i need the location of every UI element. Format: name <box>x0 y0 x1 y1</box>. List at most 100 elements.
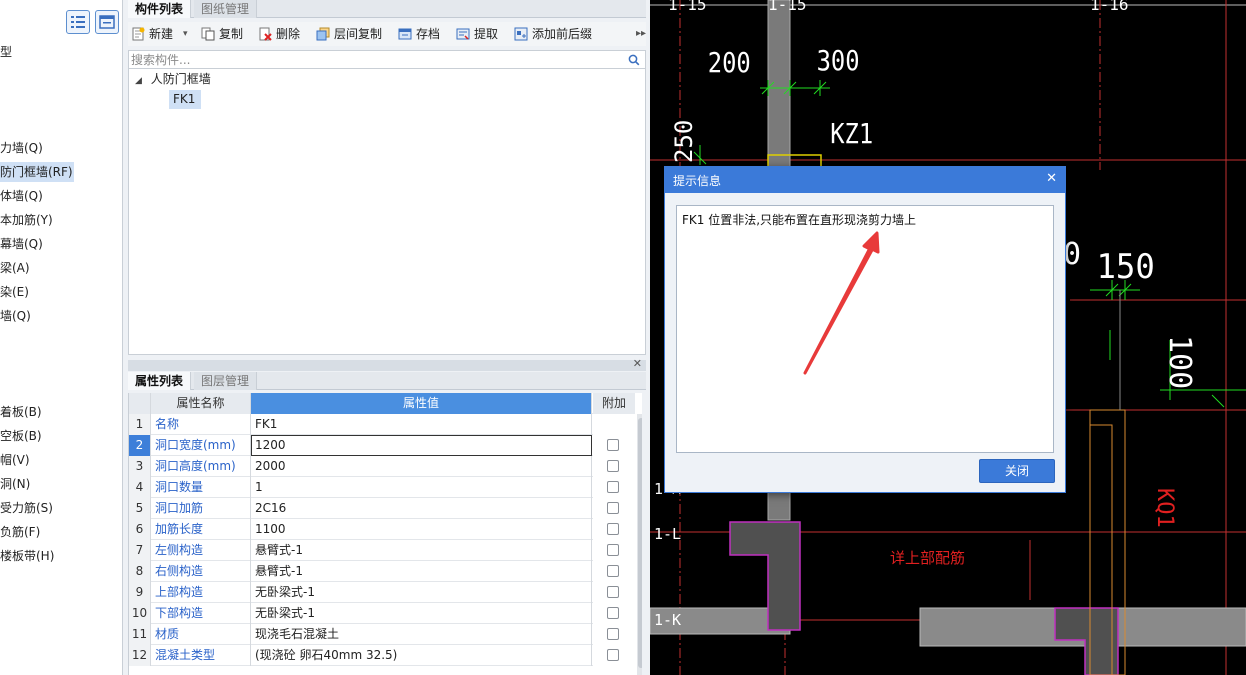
property-row[interactable]: 11 材质 现浇毛石混凝土 <box>129 624 619 645</box>
save-archive-label: 存档 <box>416 27 441 41</box>
cad-axis-label: 1-15 <box>768 0 807 14</box>
cad-axis-label: 1-L <box>654 525 681 543</box>
property-name: 材质 <box>151 624 251 645</box>
nav-item[interactable]: 洞(N) <box>0 474 30 494</box>
property-row[interactable]: 10 下部构造 无卧梁式-1 <box>129 603 619 624</box>
cad-wall-label: KQ1 <box>1152 488 1177 528</box>
component-tabbar: 构件列表 图纸管理 <box>128 0 646 18</box>
property-extra-checkbox[interactable] <box>607 565 619 577</box>
property-row[interactable]: 6 加筋长度 1100 <box>129 519 619 540</box>
property-row[interactable]: 12 混凝土类型 (现浇砼 卵石40mm 32.5) <box>129 645 619 666</box>
nav-item[interactable]: 梁(A) <box>0 258 30 278</box>
nav-item[interactable]: 着板(B) <box>0 402 42 422</box>
tree-node-fk1[interactable]: FK1 <box>169 90 202 109</box>
property-value[interactable]: (现浇砼 卵石40mm 32.5) <box>251 645 592 666</box>
tab-drawing-management[interactable]: 图纸管理 <box>194 0 258 18</box>
scrollbar-thumb[interactable] <box>638 418 642 668</box>
property-value[interactable]: 无卧梁式-1 <box>251 603 592 624</box>
list-view-button[interactable] <box>66 10 90 34</box>
archive-icon <box>398 28 412 40</box>
floor-copy-label: 层间复制 <box>334 27 383 41</box>
nav-item[interactable]: 本加筋(Y) <box>0 210 53 230</box>
property-row[interactable]: 3 洞口高度(mm) 2000 <box>129 456 619 477</box>
property-extra-cell <box>593 456 635 477</box>
property-extra-checkbox[interactable] <box>607 607 619 619</box>
add-prefix-suffix-label: 添加前后缀 <box>532 27 593 41</box>
list-view-icon <box>71 16 85 28</box>
property-row-number: 6 <box>129 519 151 540</box>
property-extra-checkbox[interactable] <box>607 481 619 493</box>
property-extra-checkbox[interactable] <box>607 586 619 598</box>
property-value[interactable]: 现浇毛石混凝土 <box>251 624 592 645</box>
property-value[interactable]: 2000 <box>251 456 592 477</box>
property-name: 洞口数量 <box>151 477 251 498</box>
nav-item[interactable]: 防门框墙(RF) <box>0 162 74 182</box>
property-value[interactable]: 1 <box>251 477 592 498</box>
nav-item[interactable]: 受力筋(S) <box>0 498 53 518</box>
nav-item[interactable]: 幕墙(Q) <box>0 234 43 254</box>
dialog-close-button[interactable]: 关闭 <box>979 459 1055 483</box>
property-row[interactable]: 1 名称 FK1 <box>129 414 593 435</box>
tree-node-parent[interactable]: ◢ 人防门框墙 <box>135 70 211 89</box>
tab-property-list[interactable]: 属性列表 <box>128 372 192 390</box>
nav-item[interactable]: 空板(B) <box>0 426 42 446</box>
property-value[interactable]: 1100 <box>251 519 592 540</box>
search-icon[interactable] <box>628 54 640 66</box>
property-extra-cell <box>593 645 635 666</box>
property-name: 洞口高度(mm) <box>151 456 251 477</box>
property-row[interactable]: 8 右侧构造 悬臂式-1 <box>129 561 619 582</box>
property-row-number: 7 <box>129 540 151 561</box>
property-name: 加筋长度 <box>151 519 251 540</box>
property-extra-cell <box>593 582 635 603</box>
property-row-number: 10 <box>129 603 151 624</box>
dialog-close-icon[interactable]: ✕ <box>1046 171 1057 186</box>
component-type-nav: 型力墙(Q) 防门框墙(RF) 体墙(Q) 本加筋(Y) 幕墙(Q) 梁(A) 染(E) 墙(… <box>0 0 123 675</box>
property-value[interactable]: FK1 <box>251 414 592 435</box>
nav-item[interactable]: 体墙(Q) <box>0 186 43 206</box>
property-extra-checkbox[interactable] <box>607 460 619 472</box>
nav-item[interactable]: 型 <box>0 42 12 62</box>
property-extra-cell <box>593 540 635 561</box>
property-row[interactable]: 4 洞口数量 1 <box>129 477 619 498</box>
prefix-suffix-icon <box>514 27 528 41</box>
property-row[interactable]: 2 洞口宽度(mm) 1200 <box>129 435 619 456</box>
property-extra-checkbox[interactable] <box>607 523 619 535</box>
property-extra-checkbox[interactable] <box>607 544 619 556</box>
property-extra-checkbox[interactable] <box>607 439 619 451</box>
property-value[interactable]: 1200 <box>251 435 592 456</box>
new-dropdown-icon[interactable]: ▾ <box>183 25 188 43</box>
property-extra-checkbox[interactable] <box>607 502 619 514</box>
property-extra-cell <box>593 519 635 540</box>
component-search-input[interactable] <box>131 52 621 67</box>
property-name: 混凝土类型 <box>151 645 251 666</box>
property-extra-checkbox[interactable] <box>607 649 619 661</box>
property-extra-cell <box>593 561 635 582</box>
tab-component-list[interactable]: 构件列表 <box>128 0 192 18</box>
nav-item[interactable]: 负筋(F) <box>0 522 40 542</box>
nav-item[interactable]: 墙(Q) <box>0 306 31 326</box>
property-value[interactable]: 2C16 <box>251 498 592 519</box>
property-row[interactable]: 7 左侧构造 悬臂式-1 <box>129 540 619 561</box>
cad-axis-label: 1-16 <box>1090 0 1129 14</box>
property-value[interactable]: 无卧梁式-1 <box>251 582 592 603</box>
property-scrollbar[interactable] <box>637 414 642 675</box>
copy-icon <box>201 27 215 41</box>
tree-collapse-icon[interactable]: ◢ <box>135 76 142 86</box>
nav-item[interactable]: 楼板带(H) <box>0 546 54 566</box>
property-extra-checkbox[interactable] <box>607 628 619 640</box>
nav-item[interactable]: 染(E) <box>0 282 29 302</box>
cad-dimension-150: 150 <box>1097 246 1155 286</box>
nav-item[interactable]: 力墙(Q) <box>0 138 43 158</box>
property-row[interactable]: 5 洞口加筋 2C16 <box>129 498 619 519</box>
property-extra-cell <box>593 603 635 624</box>
toolbar-overflow-icon[interactable]: ▸▸ <box>636 25 646 43</box>
property-extra-cell <box>593 414 635 435</box>
tab-layer-management[interactable]: 图层管理 <box>194 372 258 390</box>
property-row[interactable]: 9 上部构造 无卧梁式-1 <box>129 582 619 603</box>
delete-icon <box>259 27 272 41</box>
window-view-button[interactable] <box>95 10 119 34</box>
property-value[interactable]: 悬臂式-1 <box>251 540 592 561</box>
nav-item[interactable]: 帽(V) <box>0 450 30 470</box>
property-panel-close-icon[interactable]: ✕ <box>633 357 642 370</box>
property-value[interactable]: 悬臂式-1 <box>251 561 592 582</box>
